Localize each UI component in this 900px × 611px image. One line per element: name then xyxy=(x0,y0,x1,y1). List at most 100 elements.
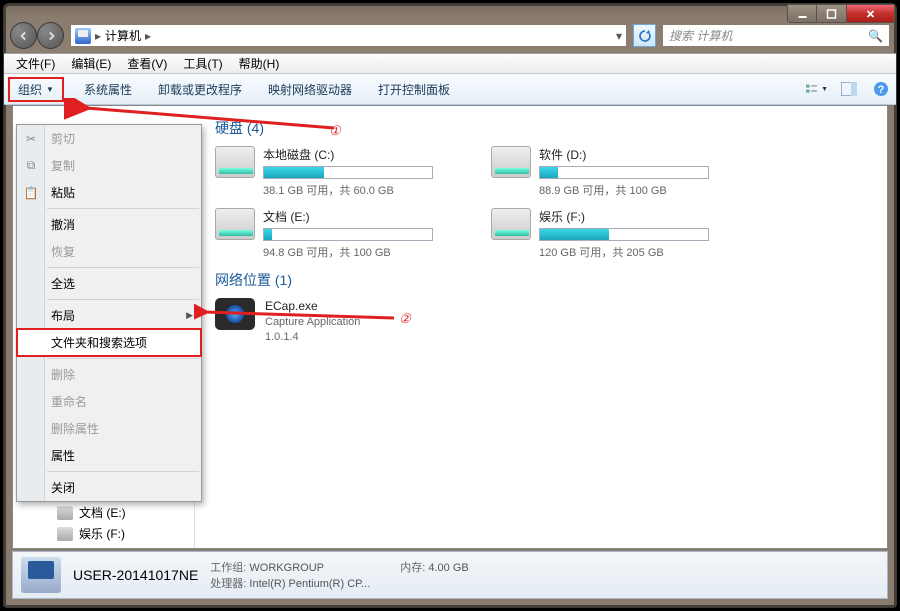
network-item-desc: Capture Application xyxy=(265,315,360,330)
drive-d[interactable]: 软件 (D:) 88.9 GB 可用，共 100 GB xyxy=(491,146,721,198)
menu-redo[interactable]: 恢复 xyxy=(17,238,201,265)
cmd-map-drive[interactable]: 映射网络驱动器 xyxy=(262,78,358,101)
annotation-number-1: ① xyxy=(326,122,344,140)
drive-usage-bar xyxy=(539,166,709,179)
search-input[interactable]: 搜索 计算机 🔍 xyxy=(662,24,890,47)
status-computer-name: USER-20141017NE xyxy=(73,567,198,583)
status-cpu: Intel(R) Pentium(R) CP... xyxy=(249,578,370,590)
status-memory-label: 内存: xyxy=(400,562,425,574)
menu-undo[interactable]: 撤消 xyxy=(17,211,201,238)
menu-edit[interactable]: 编辑(E) xyxy=(63,53,119,74)
organize-button[interactable]: 组织 ▼ xyxy=(8,77,64,102)
menu-close[interactable]: 关闭 xyxy=(17,474,201,501)
command-bar: 组织 ▼ 系统属性 卸载或更改程序 映射网络驱动器 打开控制面板 ▼ ? xyxy=(4,74,896,105)
minimize-button[interactable] xyxy=(787,4,817,23)
tree-label: 文档 (E:) xyxy=(79,504,126,521)
menu-delete[interactable]: 删除 xyxy=(17,361,201,388)
details-pane: USER-20141017NE 工作组: WORKGROUP处理器: Intel… xyxy=(12,551,888,599)
menu-view[interactable]: 查看(V) xyxy=(119,53,175,74)
paste-icon: 📋 xyxy=(23,185,39,201)
cmd-system-properties[interactable]: 系统属性 xyxy=(78,78,138,101)
menu-select-all[interactable]: 全选 xyxy=(17,270,201,297)
network-item-name: ECap.exe xyxy=(265,298,360,315)
cmd-uninstall[interactable]: 卸载或更改程序 xyxy=(152,78,248,101)
refresh-button[interactable] xyxy=(633,24,656,47)
submenu-arrow-icon: ▶ xyxy=(186,310,193,321)
drive-label: 文档 (E:) xyxy=(263,208,445,225)
drive-usage-bar xyxy=(539,228,709,241)
drive-usage-bar xyxy=(263,228,433,241)
menu-label: 全选 xyxy=(51,275,75,292)
view-options-button[interactable]: ▼ xyxy=(806,78,828,100)
network-section-header: 网络位置 (1) xyxy=(215,270,875,290)
menu-label: 复制 xyxy=(51,157,75,174)
close-button[interactable] xyxy=(847,4,895,23)
back-button[interactable] xyxy=(10,22,37,49)
menu-tools[interactable]: 工具(T) xyxy=(175,53,230,74)
preview-pane-button[interactable] xyxy=(838,78,860,100)
menu-label: 文件夹和搜索选项 xyxy=(51,334,147,351)
menu-label: 属性 xyxy=(51,447,75,464)
tree-drive-e[interactable]: 文档 (E:) xyxy=(13,502,194,523)
menu-rename[interactable]: 重命名 xyxy=(17,388,201,415)
menu-folder-options[interactable]: 文件夹和搜索选项 xyxy=(16,328,202,357)
menu-label: 剪切 xyxy=(51,130,75,147)
breadcrumb-root[interactable]: 计算机 xyxy=(105,27,141,44)
svg-text:?: ? xyxy=(878,84,885,96)
organize-label: 组织 xyxy=(18,81,42,98)
nav-bar: ▸ 计算机 ▸ ▾ 搜索 计算机 🔍 xyxy=(4,18,896,53)
drive-label: 娱乐 (F:) xyxy=(539,208,721,225)
menu-bar: 文件(F) 编辑(E) 查看(V) 工具(T) 帮助(H) xyxy=(4,53,896,74)
hdd-icon xyxy=(491,208,531,240)
camera-icon xyxy=(215,298,255,330)
search-icon: 🔍 xyxy=(868,29,883,43)
hdd-icon xyxy=(215,208,255,240)
menu-cut[interactable]: ✂ 剪切 xyxy=(17,125,201,152)
menu-paste[interactable]: 📋粘贴 xyxy=(17,179,201,206)
menu-label: 删除 xyxy=(51,366,75,383)
menu-copy[interactable]: ⧉ 复制 xyxy=(17,152,201,179)
organize-menu: ✂ 剪切 ⧉ 复制 📋粘贴 撤消 恢复 全选 布局▶ 文件夹和搜索选项 删除 重命名… xyxy=(16,124,202,502)
menu-separator xyxy=(47,267,199,268)
address-dropdown-icon[interactable]: ▾ xyxy=(616,29,622,43)
copy-icon: ⧉ xyxy=(23,158,39,174)
breadcrumb-sep: ▸ xyxy=(145,29,151,43)
menu-file[interactable]: 文件(F) xyxy=(8,53,63,74)
drive-e[interactable]: 文档 (E:) 94.8 GB 可用，共 100 GB xyxy=(215,208,445,260)
drive-c[interactable]: 本地磁盘 (C:) 38.1 GB 可用，共 60.0 GB xyxy=(215,146,445,198)
explorer-window: ▸ 计算机 ▸ ▾ 搜索 计算机 🔍 文件(F) 编辑(E) 查看(V) 工具(… xyxy=(3,3,897,608)
menu-layout[interactable]: 布局▶ xyxy=(17,302,201,329)
hdd-icon xyxy=(57,506,73,520)
computer-icon xyxy=(75,28,91,44)
drive-stats: 38.1 GB 可用，共 60.0 GB xyxy=(263,182,445,198)
titlebar xyxy=(4,4,896,18)
menu-help[interactable]: 帮助(H) xyxy=(231,53,288,74)
menu-properties[interactable]: 属性 xyxy=(17,442,201,469)
hdd-icon xyxy=(57,527,73,541)
forward-button[interactable] xyxy=(37,22,64,49)
maximize-button[interactable] xyxy=(817,4,847,23)
menu-separator xyxy=(47,208,199,209)
drives-section-header: 硬盘 (4) xyxy=(215,118,875,138)
cmd-control-panel[interactable]: 打开控制面板 xyxy=(372,78,456,101)
computer-large-icon xyxy=(21,557,61,593)
address-bar[interactable]: ▸ 计算机 ▸ ▾ xyxy=(70,24,627,47)
menu-remove-properties[interactable]: 删除属性 xyxy=(17,415,201,442)
drive-stats: 94.8 GB 可用，共 100 GB xyxy=(263,244,445,260)
drive-stats: 88.9 GB 可用，共 100 GB xyxy=(539,182,721,198)
menu-label: 关闭 xyxy=(51,479,75,496)
status-memory: 4.00 GB xyxy=(428,562,468,574)
menu-separator xyxy=(47,358,199,359)
status-workgroup-label: 工作组: xyxy=(210,562,246,574)
tree-drive-f[interactable]: 娱乐 (F:) xyxy=(13,523,194,544)
drive-f[interactable]: 娱乐 (F:) 120 GB 可用，共 205 GB xyxy=(491,208,721,260)
menu-label: 重命名 xyxy=(51,393,87,410)
cut-icon: ✂ xyxy=(23,131,39,147)
drive-label: 本地磁盘 (C:) xyxy=(263,146,445,163)
menu-label: 删除属性 xyxy=(51,420,99,437)
drive-usage-bar xyxy=(263,166,433,179)
menu-label: 恢复 xyxy=(51,243,75,260)
network-item-ecap[interactable]: ECap.exe Capture Application 1.0.1.4 xyxy=(215,298,875,346)
help-button[interactable]: ? xyxy=(870,78,892,100)
network-item-version: 1.0.1.4 xyxy=(265,330,360,345)
